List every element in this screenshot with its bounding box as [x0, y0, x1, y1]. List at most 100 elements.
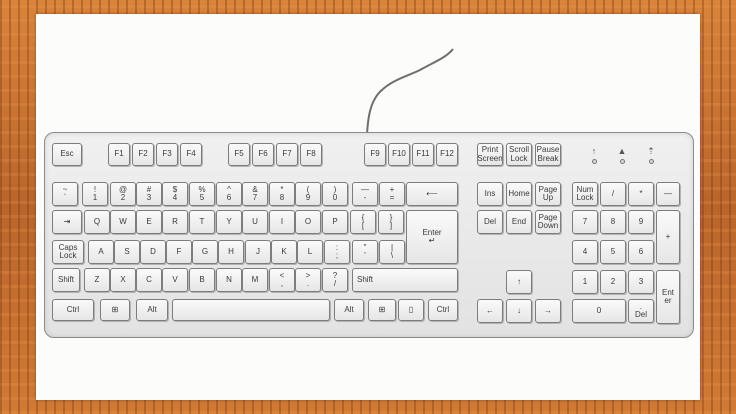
- key-backspace[interactable]: ⟵: [406, 182, 458, 206]
- key-num-multiply[interactable]: *: [628, 182, 654, 206]
- key-num-1[interactable]: 1: [572, 270, 598, 294]
- key-equals[interactable]: + =: [379, 182, 405, 206]
- key-y[interactable]: Y: [216, 210, 242, 234]
- key-b[interactable]: B: [189, 268, 215, 292]
- key-f5[interactable]: F5: [228, 143, 250, 166]
- key-7[interactable]: & 7: [242, 182, 268, 206]
- key-scroll-lock[interactable]: Scroll Lock: [506, 143, 532, 166]
- key-d[interactable]: D: [140, 240, 166, 264]
- key-insert[interactable]: Ins: [477, 182, 503, 206]
- key-f1[interactable]: F1: [108, 143, 130, 166]
- key-k[interactable]: K: [271, 240, 297, 264]
- key-arrow-up[interactable]: ↑: [506, 270, 532, 294]
- key-o[interactable]: O: [295, 210, 321, 234]
- key-delete[interactable]: Del: [477, 210, 503, 234]
- key-left-shift[interactable]: Shift: [52, 268, 80, 292]
- key-caps-lock[interactable]: Caps Lock: [52, 240, 84, 264]
- key-menu[interactable]: ▯: [398, 299, 424, 321]
- key-f6[interactable]: F6: [252, 143, 274, 166]
- key-f8[interactable]: F8: [300, 143, 322, 166]
- key-c[interactable]: C: [136, 268, 162, 292]
- key-num-4[interactable]: 4: [572, 240, 598, 264]
- key-l[interactable]: L: [297, 240, 323, 264]
- key-5[interactable]: % 5: [189, 182, 215, 206]
- key-h[interactable]: H: [218, 240, 244, 264]
- key-f[interactable]: F: [166, 240, 192, 264]
- key-num-3[interactable]: 3: [628, 270, 654, 294]
- key-q[interactable]: Q: [84, 210, 110, 234]
- key-arrow-left[interactable]: ←: [477, 299, 503, 323]
- key-arrow-right[interactable]: →: [535, 299, 561, 323]
- key-num-7[interactable]: 7: [572, 210, 598, 234]
- key-8[interactable]: * 8: [269, 182, 295, 206]
- key-tab[interactable]: ⇥: [52, 210, 82, 234]
- key-e[interactable]: E: [136, 210, 162, 234]
- key-0[interactable]: ) 0: [322, 182, 348, 206]
- key-print-screen[interactable]: Print Screen: [477, 143, 503, 166]
- key-w[interactable]: W: [110, 210, 136, 234]
- key-page-down[interactable]: Page Down: [535, 210, 561, 234]
- key-left-win[interactable]: ⊞: [100, 299, 130, 321]
- key-3[interactable]: # 3: [136, 182, 162, 206]
- key-1[interactable]: ! 1: [82, 182, 108, 206]
- key-u[interactable]: U: [242, 210, 268, 234]
- key-p[interactable]: P: [322, 210, 348, 234]
- key-f11[interactable]: F11: [412, 143, 434, 166]
- key-num-delete[interactable]: . Del: [628, 299, 654, 323]
- key-z[interactable]: Z: [84, 268, 110, 292]
- key-num-6[interactable]: 6: [628, 240, 654, 264]
- key-f10[interactable]: F10: [388, 143, 410, 166]
- key-f4[interactable]: F4: [180, 143, 202, 166]
- key-j[interactable]: J: [245, 240, 271, 264]
- key-tilde[interactable]: ~ `: [52, 182, 78, 206]
- key-right-win[interactable]: ⊞: [368, 299, 396, 321]
- key-g[interactable]: G: [192, 240, 218, 264]
- key-enter[interactable]: Enter ↵: [406, 210, 458, 264]
- key-num-minus[interactable]: —: [656, 182, 680, 206]
- key-num-lock[interactable]: Num Lock: [572, 182, 598, 206]
- key-m[interactable]: M: [242, 268, 268, 292]
- key-pause-break[interactable]: Pause Break: [535, 143, 561, 166]
- key-v[interactable]: V: [162, 268, 188, 292]
- key-slash[interactable]: ? /: [322, 268, 348, 292]
- key-num-5[interactable]: 5: [600, 240, 626, 264]
- key-f3[interactable]: F3: [156, 143, 178, 166]
- key-i[interactable]: I: [269, 210, 295, 234]
- key-backslash[interactable]: | \: [379, 240, 405, 264]
- key-semicolon[interactable]: : ;: [324, 240, 350, 264]
- key-right-alt[interactable]: Alt: [334, 299, 364, 321]
- key-comma[interactable]: < ,: [269, 268, 295, 292]
- key-esc[interactable]: Esc: [52, 143, 82, 166]
- key-home[interactable]: Home: [506, 182, 532, 206]
- key-right-shift[interactable]: Shift: [352, 268, 458, 292]
- key-end[interactable]: End: [506, 210, 532, 234]
- key-f7[interactable]: F7: [276, 143, 298, 166]
- key-9[interactable]: ( 9: [295, 182, 321, 206]
- key-left-bracket[interactable]: { [: [350, 210, 376, 234]
- key-num-8[interactable]: 8: [600, 210, 626, 234]
- key-num-divide[interactable]: /: [600, 182, 626, 206]
- key-right-ctrl[interactable]: Ctrl: [428, 299, 458, 321]
- key-page-up[interactable]: Page Up: [535, 182, 561, 206]
- key-num-2[interactable]: 2: [600, 270, 626, 294]
- key-f2[interactable]: F2: [132, 143, 154, 166]
- key-quote[interactable]: " ': [352, 240, 378, 264]
- key-6[interactable]: ^ 6: [216, 182, 242, 206]
- key-left-alt[interactable]: Alt: [136, 299, 168, 321]
- key-num-enter[interactable]: Ent er: [656, 270, 680, 324]
- key-period[interactable]: > .: [295, 268, 321, 292]
- key-f9[interactable]: F9: [364, 143, 386, 166]
- key-arrow-down[interactable]: ↓: [506, 299, 532, 323]
- key-minus[interactable]: — -: [352, 182, 378, 206]
- key-x[interactable]: X: [110, 268, 136, 292]
- key-r[interactable]: R: [162, 210, 188, 234]
- key-t[interactable]: T: [189, 210, 215, 234]
- key-n[interactable]: N: [216, 268, 242, 292]
- key-2[interactable]: @ 2: [110, 182, 136, 206]
- key-num-plus[interactable]: +: [656, 210, 680, 264]
- key-right-bracket[interactable]: } ]: [378, 210, 404, 234]
- key-left-ctrl[interactable]: Ctrl: [52, 299, 94, 321]
- key-4[interactable]: $ 4: [162, 182, 188, 206]
- key-num-0[interactable]: 0: [572, 299, 626, 323]
- key-s[interactable]: S: [114, 240, 140, 264]
